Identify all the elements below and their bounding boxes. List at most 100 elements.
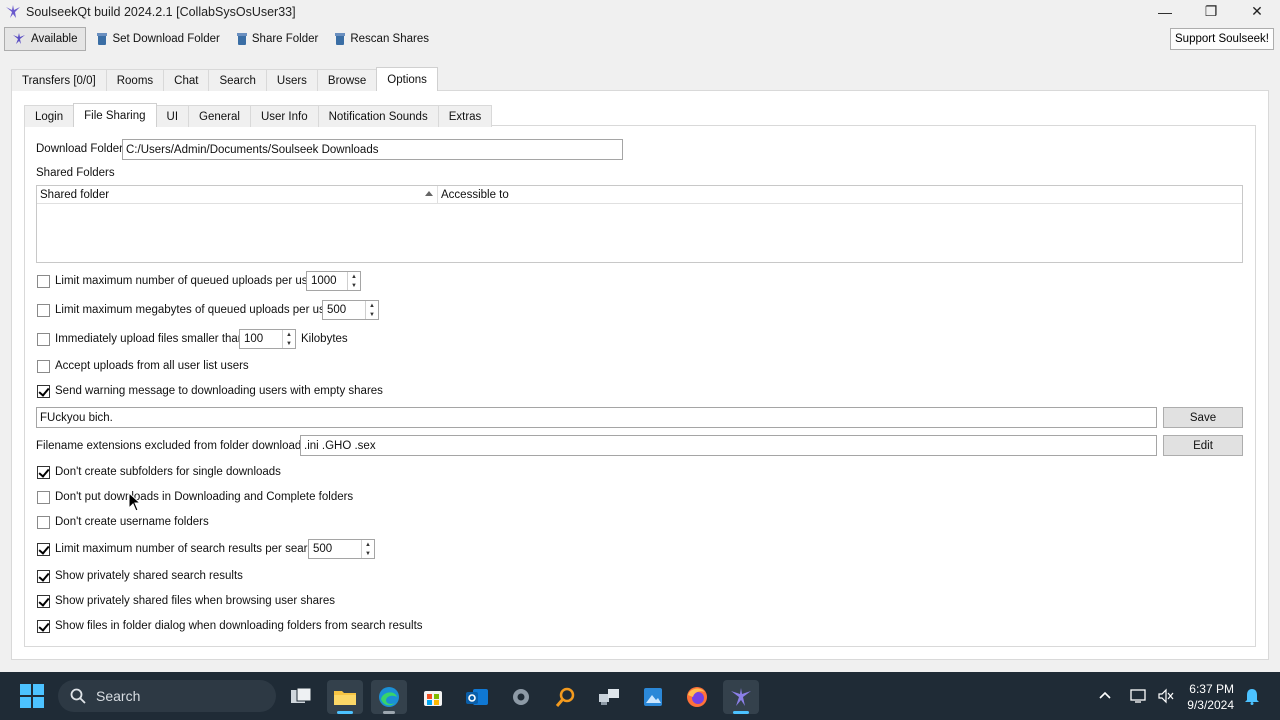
subtab-user-info[interactable]: User Info — [249, 105, 319, 127]
set-download-folder-button[interactable]: Set Download Folder — [90, 27, 225, 51]
subtab-general[interactable]: General — [188, 105, 251, 127]
image-editor-icon[interactable] — [635, 680, 671, 714]
soulseek-bird-icon — [13, 33, 25, 44]
subtab-notification-sounds[interactable]: Notification Sounds — [317, 105, 439, 127]
warning-message-input[interactable]: FUckyou bich. — [36, 407, 1157, 428]
taskbar-search-box[interactable]: Search — [58, 680, 276, 712]
task-view-icon[interactable] — [283, 680, 319, 714]
edge-browser-icon[interactable] — [371, 680, 407, 714]
shared-folders-table[interactable]: Shared folder Accessible to — [36, 185, 1243, 263]
spin-up-icon[interactable]: ▲ — [283, 330, 295, 339]
column-header-accessible-to[interactable]: Accessible to — [438, 186, 509, 204]
show-folder-dialog-row[interactable]: Show files in folder dialog when downloa… — [37, 618, 423, 634]
download-folder-input[interactable]: C:/Users/Admin/Documents/Soulseek Downlo… — [122, 139, 623, 160]
show-hidden-icons-chevron-icon[interactable] — [1098, 672, 1112, 720]
toolbar: Available Set Download Folder Share Fold… — [0, 25, 1280, 53]
spinbox-value: 100 — [244, 333, 264, 345]
subtab-ui[interactable]: UI — [155, 105, 190, 127]
network-display-icon[interactable] — [1130, 672, 1148, 720]
show-folder-dialog-checkbox[interactable] — [37, 619, 50, 633]
no-downloading-folders-checkbox[interactable] — [37, 490, 50, 504]
table-header: Shared folder Accessible to — [37, 186, 1242, 204]
tab-transfers[interactable]: Transfers [0/0] — [11, 69, 107, 91]
set-download-folder-label: Set Download Folder — [112, 33, 220, 45]
limit-search-results-row[interactable]: Limit maximum number of search results p… — [37, 541, 320, 557]
search-results-spinbox[interactable]: 500 ▲ ▼ — [308, 539, 375, 559]
no-username-folders-row[interactable]: Don't create username folders — [37, 514, 209, 530]
spin-up-icon[interactable]: ▲ — [348, 272, 360, 281]
spin-down-icon[interactable]: ▼ — [348, 281, 360, 290]
firefox-icon[interactable] — [679, 680, 715, 714]
spinbox-value: 500 — [313, 543, 333, 555]
volume-muted-icon[interactable] — [1157, 672, 1175, 720]
soulseek-bird-icon — [6, 4, 20, 18]
tab-search[interactable]: Search — [208, 69, 267, 91]
available-label: Available — [31, 33, 78, 45]
network-computers-icon[interactable] — [591, 680, 627, 714]
subtab-file-sharing[interactable]: File Sharing — [73, 103, 157, 127]
no-subfolders-row[interactable]: Don't create subfolders for single downl… — [37, 464, 281, 480]
tab-users[interactable]: Users — [265, 69, 318, 91]
spin-up-icon[interactable]: ▲ — [366, 301, 378, 310]
immediate-upload-spinbox[interactable]: 100 ▲ ▼ — [239, 329, 296, 349]
support-soulseek-button[interactable]: Support Soulseek! — [1170, 28, 1274, 50]
settings-gear-icon[interactable] — [503, 680, 539, 714]
save-button[interactable]: Save — [1163, 407, 1243, 428]
accept-uploads-row[interactable]: Accept uploads from all user list users — [37, 358, 249, 374]
excluded-extensions-input[interactable]: .ini .GHO .sex — [300, 435, 1157, 456]
immediate-upload-checkbox[interactable] — [37, 332, 50, 346]
spin-up-icon[interactable]: ▲ — [362, 540, 374, 549]
share-folder-button[interactable]: Share Folder — [230, 27, 324, 51]
system-clock[interactable]: 6:37 PM 9/3/2024 — [1187, 681, 1234, 713]
limit-search-results-label: Limit maximum number of search results p… — [55, 543, 320, 555]
minimize-button[interactable]: — — [1142, 0, 1188, 23]
no-username-folders-label: Don't create username folders — [55, 516, 209, 528]
tab-options[interactable]: Options — [376, 67, 438, 91]
send-warning-checkbox[interactable] — [37, 384, 50, 398]
rescan-jar-icon — [335, 33, 346, 45]
send-warning-label: Send warning message to downloading user… — [55, 385, 383, 397]
spin-down-icon[interactable]: ▼ — [362, 549, 374, 558]
show-private-browse-row[interactable]: Show privately shared files when browsin… — [37, 593, 335, 609]
limit-queued-mb-checkbox[interactable] — [37, 303, 50, 317]
close-button[interactable]: ✕ — [1234, 0, 1280, 23]
no-subfolders-checkbox[interactable] — [37, 465, 50, 479]
magnifier-search-app-icon[interactable] — [547, 680, 583, 714]
limit-search-results-checkbox[interactable] — [37, 542, 50, 556]
immediate-upload-row[interactable]: Immediately upload files smaller than — [37, 331, 244, 347]
no-downloading-folders-row[interactable]: Don't put downloads in Downloading and C… — [37, 489, 353, 505]
show-private-browse-label: Show privately shared files when browsin… — [55, 595, 335, 607]
windows-start-icon[interactable] — [20, 684, 44, 708]
subtab-login[interactable]: Login — [24, 105, 75, 127]
edit-button[interactable]: Edit — [1163, 435, 1243, 456]
limit-queued-uploads-checkbox[interactable] — [37, 274, 50, 288]
title-bar: SoulseekQt build 2024.2.1 [CollabSysOsUs… — [0, 0, 1280, 23]
notification-bell-icon[interactable] — [1244, 672, 1260, 720]
tab-browse[interactable]: Browse — [316, 69, 378, 91]
outlook-icon[interactable] — [459, 680, 495, 714]
show-private-search-checkbox[interactable] — [37, 569, 50, 583]
maximize-button[interactable]: ❐ — [1188, 0, 1234, 23]
limit-queued-mb-row[interactable]: Limit maximum megabytes of queued upload… — [37, 302, 335, 318]
queued-mb-spinbox[interactable]: 500 ▲ ▼ — [322, 300, 379, 320]
spin-down-icon[interactable]: ▼ — [283, 339, 295, 348]
tab-chat[interactable]: Chat — [163, 69, 210, 91]
show-private-browse-checkbox[interactable] — [37, 594, 50, 608]
available-status-button[interactable]: Available — [4, 27, 87, 51]
file-explorer-icon[interactable] — [327, 680, 363, 714]
column-header-shared-folder[interactable]: Shared folder — [37, 186, 438, 204]
subtab-extras[interactable]: Extras — [437, 105, 493, 127]
queued-uploads-spinbox[interactable]: 1000 ▲ ▼ — [306, 271, 361, 291]
main-tab-bar: Transfers [0/0] Rooms Chat Search Users … — [11, 67, 438, 91]
show-private-search-label: Show privately shared search results — [55, 570, 243, 582]
rescan-shares-button[interactable]: Rescan Shares — [328, 27, 435, 51]
show-private-search-row[interactable]: Show privately shared search results — [37, 568, 243, 584]
no-username-folders-checkbox[interactable] — [37, 515, 50, 529]
limit-queued-uploads-row[interactable]: Limit maximum number of queued uploads p… — [37, 273, 318, 289]
soulseek-taskbar-icon[interactable] — [723, 680, 759, 714]
tab-rooms[interactable]: Rooms — [105, 69, 165, 91]
send-warning-row[interactable]: Send warning message to downloading user… — [37, 383, 383, 399]
microsoft-store-icon[interactable] — [415, 680, 451, 714]
spin-down-icon[interactable]: ▼ — [366, 310, 378, 319]
accept-uploads-checkbox[interactable] — [37, 359, 50, 373]
